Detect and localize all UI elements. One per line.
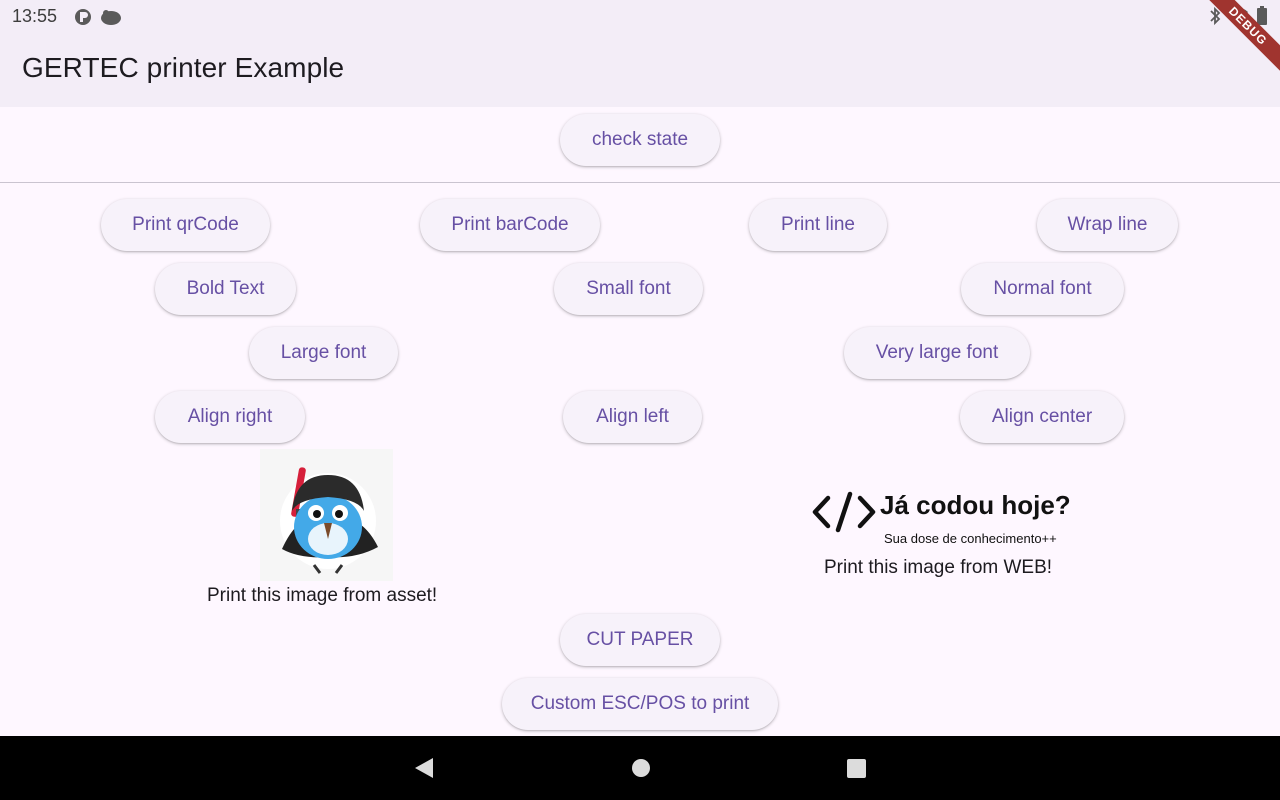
home-icon[interactable] bbox=[630, 756, 652, 785]
bird-mascot-illustration bbox=[280, 467, 378, 574]
status-time: 13:55 bbox=[12, 6, 58, 26]
wifi-icon bbox=[1228, 6, 1248, 31]
app-title: GERTEC printer Example bbox=[22, 52, 345, 83]
asset-image-caption: Print this image from asset! bbox=[207, 585, 438, 606]
print-barcode-button[interactable]: Print barCode bbox=[420, 199, 600, 251]
check-state-button[interactable]: check state bbox=[560, 114, 720, 166]
cut-paper-button[interactable]: CUT PAPER bbox=[560, 614, 720, 666]
print-qrcode-button[interactable]: Print qrCode bbox=[101, 199, 270, 251]
notification-icon bbox=[100, 8, 122, 31]
app-bar: GERTEC printer Example bbox=[0, 32, 1280, 107]
wrap-line-button[interactable]: Wrap line bbox=[1037, 199, 1178, 251]
asset-image[interactable] bbox=[260, 449, 393, 581]
recents-icon[interactable] bbox=[846, 756, 868, 785]
web-image-caption: Print this image from WEB! bbox=[824, 557, 1053, 578]
print-line-button[interactable]: Print line bbox=[749, 199, 887, 251]
bluetooth-icon bbox=[1208, 6, 1222, 31]
very-large-font-button[interactable]: Very large font bbox=[844, 327, 1030, 379]
large-font-button[interactable]: Large font bbox=[249, 327, 398, 379]
bold-text-button[interactable]: Bold Text bbox=[155, 263, 296, 315]
battery-icon bbox=[1257, 6, 1267, 31]
code-brackets-icon bbox=[812, 491, 876, 533]
divider bbox=[0, 182, 1280, 183]
navigation-bar bbox=[0, 736, 1280, 800]
status-bar: 13:55 bbox=[0, 0, 1280, 32]
align-center-button[interactable]: Align center bbox=[960, 391, 1124, 443]
align-left-button[interactable]: Align left bbox=[563, 391, 702, 443]
normal-font-button[interactable]: Normal font bbox=[961, 263, 1124, 315]
custom-escpos-button[interactable]: Custom ESC/POS to print bbox=[502, 678, 778, 730]
web-logo-text: Já codou hoje? bbox=[880, 490, 1071, 520]
small-font-button[interactable]: Small font bbox=[554, 263, 703, 315]
web-image[interactable]: Já codou hoje? Sua dose de conhecimento+… bbox=[810, 488, 1071, 550]
app-notification-icon bbox=[74, 8, 92, 31]
align-right-button[interactable]: Align right bbox=[155, 391, 305, 443]
web-logo-tagline: Sua dose de conhecimento++ bbox=[884, 531, 1057, 546]
back-icon[interactable] bbox=[413, 756, 435, 785]
